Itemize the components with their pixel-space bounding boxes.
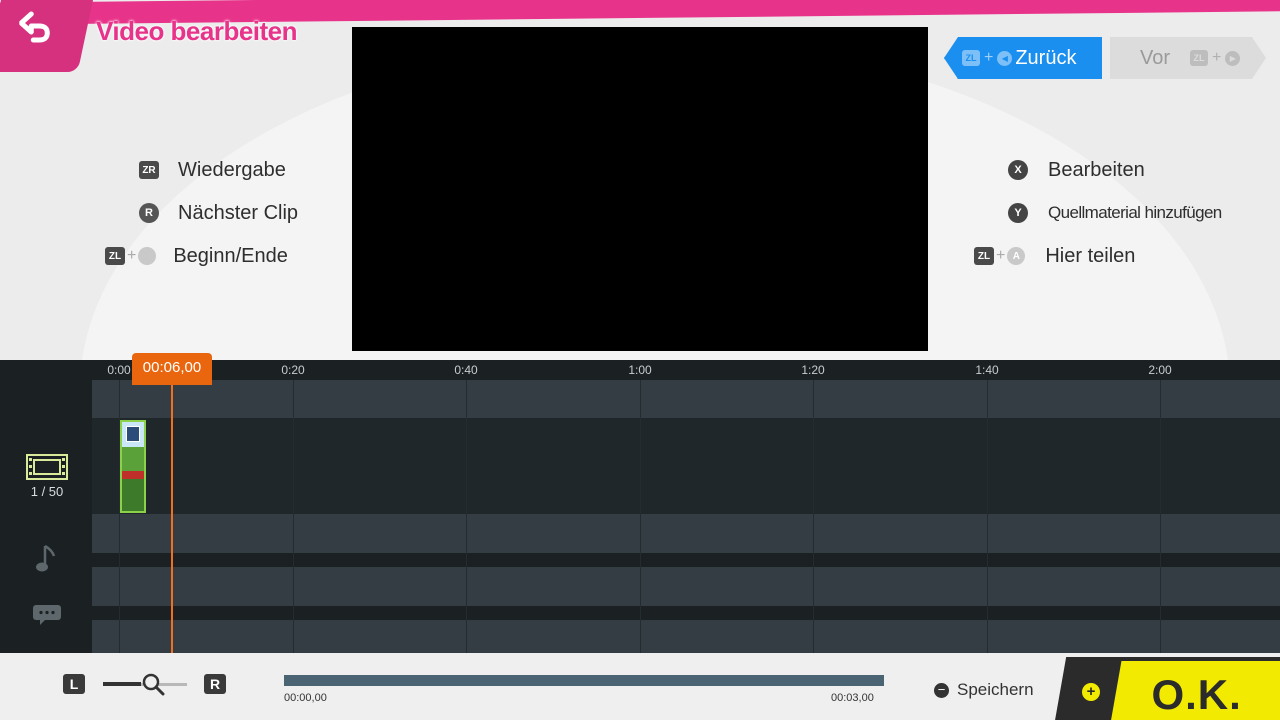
zr-button-icon: ZR [139,161,159,179]
hint-label: Nächster Clip [178,201,299,224]
save-label: Speichern [957,680,1034,699]
hint-label: Beginn/Ende [173,244,288,267]
hint-playback: ZR Wiedergabe [139,156,286,184]
r-button-icon: R [204,674,226,694]
text-track[interactable] [92,620,1280,653]
video-track[interactable] [92,418,1280,514]
timeline[interactable]: 0:00 0:20 0:40 1:00 1:20 1:40 2:00 1 / 5… [0,353,1280,653]
undo-arrow-icon [19,11,50,43]
right-arrow-icon: ▶ [1225,51,1240,66]
speech-bubble-icon [33,605,61,625]
magnifier-icon[interactable] [141,672,165,696]
plus-icon: + [1212,49,1222,66]
hint-label: Bearbeiten [1048,158,1145,181]
ruler-tick-label: 0:00 [107,363,131,377]
video-preview [352,27,928,351]
zl-button-icon: ZL [105,247,125,265]
back-nav-label: Zurück [1015,46,1077,69]
r-stick-icon: R [139,203,159,223]
y-button-icon: Y [1008,203,1028,223]
l-stick-icon [138,247,157,265]
film-icon [126,426,140,442]
hint-start-end: ZL + Beginn/Ende [105,242,288,270]
minus-button-icon: − [934,682,949,698]
hint-edit: X Bearbeiten [1008,156,1145,184]
grid-line [293,380,294,653]
hint-label: Wiedergabe [178,158,286,181]
page-title: Video bearbeiten [96,16,298,46]
hint-label: Quellmaterial hinzufügen [1048,203,1222,222]
ruler-tick-label: 0:20 [281,363,305,377]
ruler-lane [92,380,1280,418]
grid-line [1160,380,1161,653]
hint-next-clip: R Nächster Clip [139,199,298,227]
clip-count: 1 / 50 [30,484,64,499]
forward-nav-button[interactable]: Vor ZL + ▶ [1110,37,1266,79]
x-button-icon: X [1008,160,1028,180]
grid-line [466,380,467,653]
forward-nav-label: Vor [1140,46,1171,69]
back-nav-button[interactable]: ZL + ◀ Zurück [944,37,1102,79]
grid-line [987,380,988,653]
clip-progress-bar [284,675,884,686]
ruler-tick-label: 2:00 [1148,363,1172,377]
playhead-line [171,380,173,653]
ruler-tick-label: 1:40 [975,363,999,377]
zoom-slider-fill [103,682,141,686]
hint-label: Hier teilen [1045,244,1136,267]
film-strip-icon [26,454,68,480]
music-track[interactable] [92,567,1280,606]
zl-button-icon: ZL [1190,50,1208,66]
plus-button-icon: + [1082,683,1100,701]
ok-button[interactable]: + O.K. [1053,657,1280,720]
video-clip-thumbnail[interactable] [120,420,146,513]
grid-line [813,380,814,653]
bottom-bar: L R 00:00,00 00:03,00 − Speichern + O.K. [0,653,1280,720]
a-button-icon: A [1007,247,1026,265]
ruler-tick-label: 0:40 [454,363,478,377]
timeline-ruler: 0:00 0:20 0:40 1:00 1:20 1:40 2:00 [92,360,1280,380]
plus-icon: + [127,247,137,264]
hint-split-here: ZL + A Hier teilen [974,242,1135,270]
progress-start-time: 00:00,00 [284,692,327,704]
plus-icon: + [984,49,994,66]
plus-icon: + [996,247,1006,264]
grid-line [640,380,641,653]
music-note-icon [36,544,56,572]
left-arrow-icon: ◀ [997,50,1013,66]
video-track-extra [92,514,1280,553]
l-button-icon: L [63,674,85,694]
ok-label: O.K. [1151,671,1242,718]
hint-add-source: Y Quellmaterial hinzufügen [1008,199,1222,227]
editor-top-area: Video bearbeiten ZR Wiedergabe R Nächste… [0,0,1280,360]
zl-button-icon: ZL [962,50,980,66]
playhead-time[interactable]: 00:06,00 [132,353,212,385]
back-button[interactable] [0,0,95,72]
progress-end-time: 00:03,00 [831,692,874,704]
ruler-tick-label: 1:00 [628,363,652,377]
zl-button-icon: ZL [974,247,994,265]
save-button[interactable]: − Speichern [934,680,1034,700]
ruler-tick-label: 1:20 [801,363,825,377]
